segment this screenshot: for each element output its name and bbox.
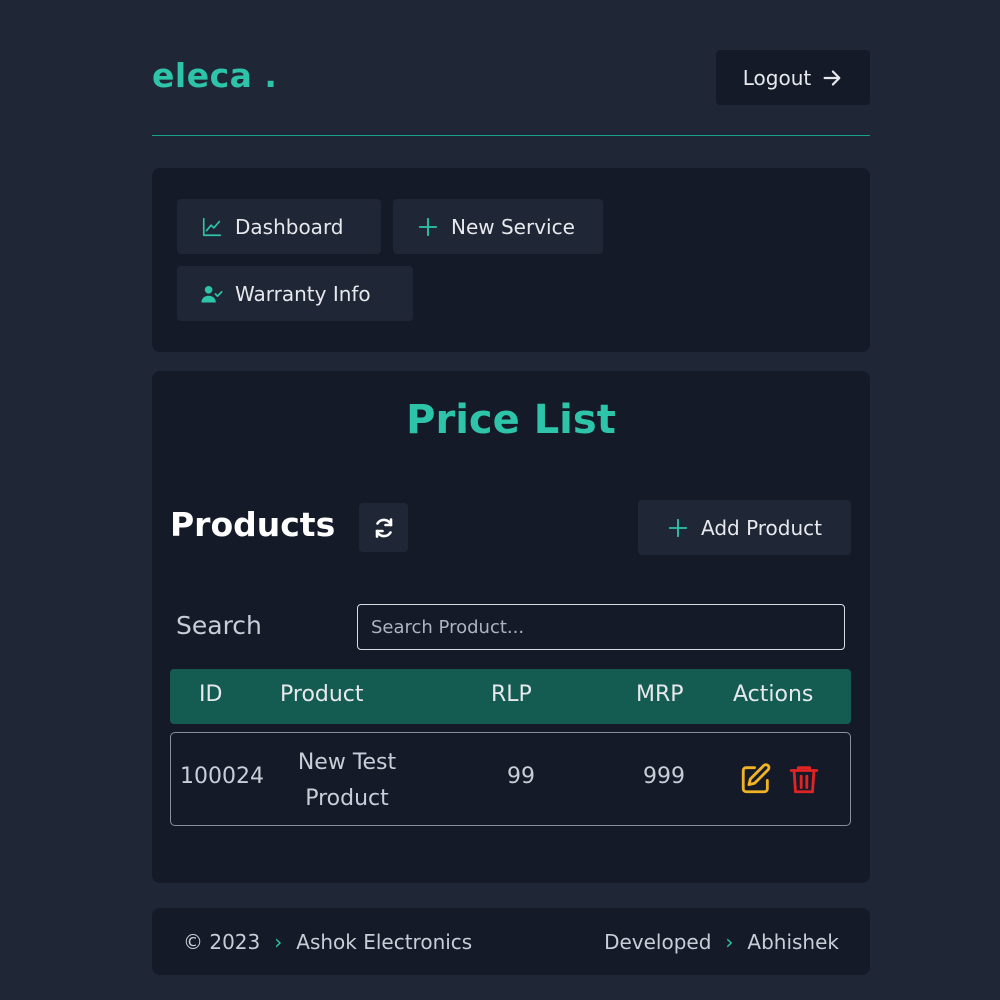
cell-product: New Test Product: [271, 745, 423, 817]
cell-rlp: 99: [507, 764, 535, 789]
arrow-right-icon: [823, 69, 841, 86]
refresh-button[interactable]: [359, 503, 408, 552]
nav-warranty-info-button[interactable]: Warranty Info: [177, 266, 413, 321]
plus-icon: [418, 217, 438, 236]
logout-label: Logout: [742, 65, 812, 90]
price-list-card: Price List Products Add Product Search I…: [152, 371, 870, 883]
plus-icon: [668, 518, 688, 537]
cell-mrp: 999: [643, 764, 685, 789]
trash-icon[interactable]: [787, 762, 821, 796]
add-product-button[interactable]: Add Product: [638, 500, 851, 555]
cell-product-line2: Product: [305, 786, 389, 811]
header: eleca . Logout: [152, 0, 870, 136]
nav-dashboard-button[interactable]: Dashboard: [177, 199, 381, 254]
chevron-right-icon: ›: [725, 930, 734, 954]
footer-right: Developed › Abhishek: [604, 930, 839, 954]
cell-id: 100024: [180, 764, 264, 789]
column-header-rlp: RLP: [491, 682, 532, 707]
edit-icon[interactable]: [739, 762, 773, 796]
copyright-text: © 2023: [183, 930, 261, 954]
nav-dashboard-label: Dashboard: [235, 214, 344, 239]
search-label: Search: [176, 611, 262, 640]
developer-link[interactable]: Abhishek: [747, 930, 839, 954]
nav-warranty-info-label: Warranty Info: [235, 281, 371, 306]
chart-line-icon: [202, 217, 222, 236]
footer-left: © 2023 › Ashok Electronics: [183, 930, 472, 954]
company-link[interactable]: Ashok Electronics: [296, 930, 472, 954]
column-header-product: Product: [280, 682, 364, 707]
user-check-icon: [201, 285, 223, 302]
page-container: eleca . Logout Dashboard New Service War…: [152, 0, 870, 975]
search-input[interactable]: [357, 604, 845, 650]
logout-button[interactable]: Logout: [716, 50, 870, 105]
refresh-icon: [375, 517, 392, 538]
column-header-id: ID: [199, 682, 223, 707]
products-heading: Products: [170, 505, 336, 544]
table-row: 100024 New Test Product 99 999: [170, 732, 851, 826]
nav-new-service-label: New Service: [451, 214, 575, 239]
column-header-mrp: MRP: [636, 682, 684, 707]
add-product-label: Add Product: [700, 515, 822, 540]
chevron-right-icon: ›: [274, 930, 283, 954]
column-header-actions: Actions: [733, 682, 814, 707]
brand-logo[interactable]: eleca .: [152, 56, 277, 95]
table-header: ID Product RLP MRP Actions: [170, 669, 851, 724]
footer: © 2023 › Ashok Electronics Developed › A…: [152, 908, 870, 975]
page-title: Price List: [406, 397, 616, 443]
developed-label: Developed: [604, 930, 712, 954]
nav-card: Dashboard New Service Warranty Info: [152, 168, 870, 352]
nav-new-service-button[interactable]: New Service: [393, 199, 603, 254]
cell-product-line1: New Test: [297, 750, 397, 775]
